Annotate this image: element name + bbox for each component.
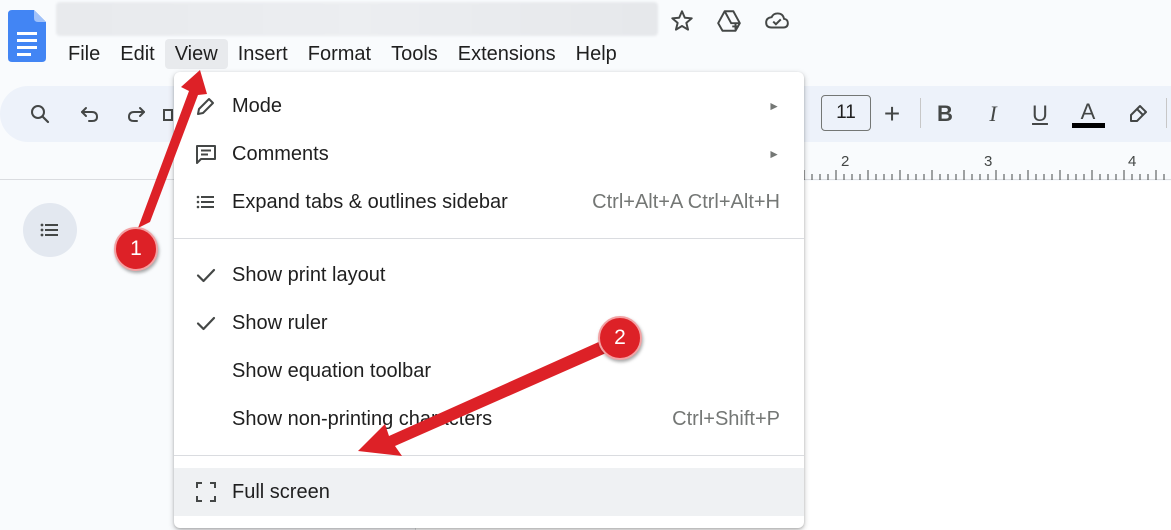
highlight-icon[interactable] bbox=[1120, 96, 1156, 132]
menu-format[interactable]: Format bbox=[298, 39, 381, 69]
undo-icon[interactable] bbox=[72, 96, 108, 132]
document-title-redacted[interactable] bbox=[56, 2, 658, 36]
redo-icon[interactable] bbox=[118, 96, 154, 132]
menu-item-label: Expand tabs & outlines sidebar bbox=[232, 190, 508, 213]
menu-help[interactable]: Help bbox=[566, 39, 627, 69]
comment-icon bbox=[192, 140, 220, 168]
menu-item-label: Show non-printing characters bbox=[232, 407, 493, 430]
menu-bar: File Edit View Insert Format Tools Exten… bbox=[58, 38, 627, 70]
menu-item-show-equation-toolbar[interactable]: Show equation toolbar bbox=[174, 347, 804, 395]
document-outline-button[interactable] bbox=[23, 203, 77, 257]
menu-item-label: Show print layout bbox=[232, 263, 386, 286]
step-2-badge: 2 bbox=[598, 316, 642, 360]
ruler-number: 2 bbox=[841, 153, 850, 170]
pencil-icon bbox=[192, 92, 220, 120]
submenu-arrow-icon: ► bbox=[768, 99, 780, 113]
view-menu-dropdown: Mode ► Comments ► Expand tabs & outlines… bbox=[174, 72, 804, 528]
fullscreen-icon bbox=[192, 478, 220, 506]
cloud-saved-icon[interactable] bbox=[764, 8, 790, 34]
text-color-swatch bbox=[1072, 123, 1105, 128]
google-docs-logo-icon[interactable] bbox=[8, 10, 46, 62]
check-icon bbox=[192, 261, 220, 289]
submenu-arrow-icon: ► bbox=[768, 147, 780, 161]
italic-icon[interactable]: I bbox=[975, 96, 1011, 132]
menu-item-shortcut: Ctrl+Alt+A Ctrl+Alt+H bbox=[592, 190, 780, 213]
search-icon[interactable] bbox=[22, 96, 58, 132]
menu-view[interactable]: View bbox=[164, 39, 228, 69]
menu-item-label: Mode bbox=[232, 94, 283, 117]
menu-extensions[interactable]: Extensions bbox=[448, 39, 566, 69]
menu-item-label: Comments bbox=[232, 142, 329, 165]
menu-divider bbox=[174, 238, 804, 239]
menu-item-show-non-printing-characters[interactable]: Show non-printing characters Ctrl+Shift+… bbox=[174, 395, 804, 443]
menu-divider bbox=[174, 455, 804, 456]
underline-icon[interactable]: U bbox=[1022, 96, 1058, 132]
menu-item-shortcut: Ctrl+Shift+P bbox=[672, 407, 780, 430]
menu-item-expand-tabs-outlines[interactable]: Expand tabs & outlines sidebar Ctrl+Alt+… bbox=[174, 178, 804, 226]
star-icon[interactable] bbox=[669, 8, 695, 34]
toolbar-divider bbox=[920, 98, 921, 128]
move-to-drive-icon[interactable] bbox=[716, 8, 742, 34]
menu-item-label: Show ruler bbox=[232, 311, 328, 334]
menu-file[interactable]: File bbox=[58, 39, 110, 69]
menu-edit[interactable]: Edit bbox=[110, 39, 164, 69]
menu-item-comments[interactable]: Comments ► bbox=[174, 130, 804, 178]
menu-item-show-print-layout[interactable]: Show print layout bbox=[174, 251, 804, 299]
step-1-badge: 1 bbox=[114, 227, 158, 271]
menu-item-show-ruler[interactable]: Show ruler bbox=[174, 299, 804, 347]
print-icon[interactable] bbox=[156, 96, 176, 132]
menu-item-full-screen[interactable]: Full screen bbox=[174, 468, 804, 516]
toolbar-divider bbox=[1166, 98, 1167, 128]
list-icon bbox=[192, 188, 220, 216]
menu-item-label: Full screen bbox=[232, 480, 330, 503]
ruler-number: 4 bbox=[1128, 153, 1137, 170]
menu-tools[interactable]: Tools bbox=[381, 39, 448, 69]
font-size-input[interactable]: 11 bbox=[821, 95, 871, 131]
bold-icon[interactable]: B bbox=[927, 96, 963, 132]
ruler-number: 3 bbox=[984, 153, 993, 170]
menu-item-label: Show equation toolbar bbox=[232, 359, 432, 382]
increase-font-size-icon[interactable]: + bbox=[874, 96, 910, 132]
menu-item-mode[interactable]: Mode ► bbox=[174, 82, 804, 130]
outline-list-icon bbox=[40, 223, 58, 237]
menu-insert[interactable]: Insert bbox=[228, 39, 298, 69]
check-icon bbox=[192, 309, 220, 337]
